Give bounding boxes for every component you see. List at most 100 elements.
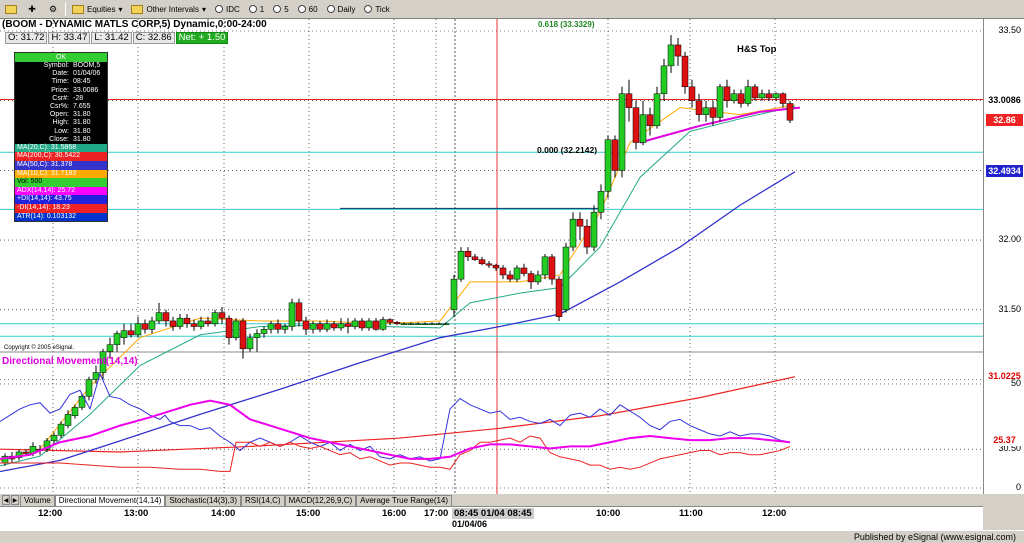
- time-tick-label: 13:00: [124, 508, 149, 519]
- folder-icon: [72, 4, 84, 14]
- candle-body: [492, 264, 500, 269]
- data-box-row: Symbol: BOOM,5: [15, 62, 107, 70]
- candle-body: [393, 322, 401, 324]
- candle-body: [674, 44, 682, 57]
- data-box-value: 31.80: [73, 119, 91, 127]
- candle-body: [442, 323, 450, 325]
- tab-scroll-right[interactable]: ▶: [11, 495, 19, 505]
- interval-5-button[interactable]: 5: [270, 1, 291, 18]
- interval-60-button[interactable]: 60: [295, 1, 321, 18]
- interval-1-button[interactable]: 1: [246, 1, 267, 18]
- candle-body: [632, 107, 640, 143]
- candle-body: [450, 278, 458, 311]
- price-marker-tag: 32.86: [986, 114, 1023, 127]
- plus-icon: ✚: [28, 3, 36, 14]
- candle-body: [569, 218, 577, 248]
- data-box-row: Csr#: -28: [15, 95, 107, 103]
- other-intervals-menu[interactable]: Other Intervals ▾: [128, 1, 208, 18]
- data-box-label: Csr%:: [49, 102, 69, 110]
- candle-body: [372, 320, 380, 330]
- candle-body: [351, 320, 359, 327]
- candle-body: [267, 323, 275, 330]
- indicator-title: Directional Movement(14,14): [2, 356, 138, 367]
- candle-body: [281, 326, 289, 330]
- tab-scroll-left[interactable]: ◀: [2, 495, 10, 505]
- open-button[interactable]: [2, 1, 20, 18]
- data-box-row: Time: 08:45: [15, 78, 107, 86]
- time-axis[interactable]: 12:00 13:00 14:00 15:00 16:00 17:00 10:00 11:00…: [0, 506, 983, 530]
- candle-body: [681, 55, 689, 88]
- chart-area[interactable]: 0.618 (33.3329) 0.000 (32.2142) H&S Top (B…: [0, 19, 1024, 494]
- data-box-label: Open:: [49, 111, 69, 119]
- study-tabs: ◀ ▶ Volume Directional Movement(14,14) Sto…: [0, 494, 1024, 506]
- settings-button[interactable]: ⚙: [44, 1, 62, 18]
- candle-body: [779, 93, 787, 104]
- candle-body: [646, 114, 654, 127]
- study-tab[interactable]: Average True Range(14): [356, 494, 453, 506]
- candle-body: [337, 323, 345, 329]
- price-tick-label: 31.50: [998, 303, 1021, 314]
- candle-body: [421, 323, 429, 325]
- candle-body: [506, 274, 514, 280]
- data-box-value: 33.0086: [73, 86, 99, 94]
- candle-body: [309, 323, 317, 330]
- study-tab[interactable]: MACD(12,26,9,C): [284, 494, 357, 506]
- candle-body: [625, 93, 633, 108]
- ok-button[interactable]: OK: [15, 53, 107, 62]
- adx-value-tag: 25.37: [986, 434, 1023, 446]
- data-box-value: 08:45: [73, 78, 91, 86]
- equities-menu[interactable]: Equities ▾: [69, 1, 125, 18]
- data-box-row: Date: 01/04/06: [15, 70, 107, 78]
- idc-button[interactable]: IDC: [212, 1, 243, 18]
- data-box-label: Low:: [54, 127, 69, 135]
- price-axis[interactable]: 33.5033.0032.5032.0031.5031.0030.5033.00…: [983, 19, 1024, 494]
- candle-body: [120, 330, 128, 338]
- copyright: Copyright © 2005 eSignal.: [4, 345, 75, 351]
- study-readout: MA(50,C): 31.378: [15, 161, 107, 170]
- daily-button[interactable]: Daily: [324, 1, 359, 18]
- price-chart[interactable]: 0.618 (33.3329) 0.000 (32.2142) H&S Top: [0, 19, 983, 494]
- candle-body: [471, 256, 479, 260]
- candle-body: [716, 86, 724, 118]
- interval-icon: [214, 5, 223, 13]
- candle-body: [723, 86, 731, 101]
- candle-body: [344, 323, 352, 327]
- study-tab[interactable]: Directional Movement(14,14): [54, 494, 166, 506]
- candle-body: [134, 323, 142, 336]
- candle-body: [400, 323, 408, 325]
- data-box-row: High: 31.80: [15, 119, 107, 127]
- cursor-time-tag: 08:45 01/04 08:45: [452, 508, 534, 519]
- candle-body: [288, 302, 296, 327]
- candle-body: [541, 256, 549, 276]
- low-value: L: 31.42: [91, 32, 132, 44]
- adx-line: [0, 399, 791, 460]
- study-tab[interactable]: Volume: [20, 494, 55, 506]
- data-box-label: Symbol:: [43, 62, 69, 69]
- price-tick-label: 32.00: [998, 234, 1021, 245]
- indicator-tick-label: 0: [1015, 482, 1021, 492]
- data-box-label: Close:: [49, 135, 69, 143]
- tick-button[interactable]: Tick: [361, 1, 392, 18]
- cursor-window[interactable]: OK Symbol: BOOM,5 Date: 01/04/06 Time: 08:45 P…: [14, 52, 108, 223]
- separator: [65, 2, 66, 16]
- candle-body: [106, 344, 114, 352]
- candle-body: [590, 211, 598, 248]
- data-box-value: 7.655: [73, 102, 91, 110]
- data-box-label: Csr#:: [52, 94, 69, 102]
- pattern-label: H&S Top: [737, 44, 777, 55]
- candle-body: [660, 65, 668, 94]
- candle-body: [246, 337, 254, 350]
- candle-body: [730, 93, 738, 101]
- time-tick-label: 12:00: [38, 508, 63, 519]
- candle-body: [323, 323, 331, 330]
- price-marker-tag: 32.4934: [986, 165, 1023, 178]
- study-tab[interactable]: Stochastic(14(3),3): [165, 494, 241, 506]
- time-tick-label: 14:00: [211, 508, 236, 519]
- study-tab[interactable]: RSI(14,C): [241, 494, 285, 506]
- candle-body: [548, 256, 556, 280]
- candle-body: [765, 93, 773, 99]
- candle-body: [562, 246, 570, 311]
- equities-label: Equities: [87, 4, 116, 14]
- add-button[interactable]: ✚: [23, 1, 41, 18]
- data-box-value: BOOM,5: [73, 62, 101, 69]
